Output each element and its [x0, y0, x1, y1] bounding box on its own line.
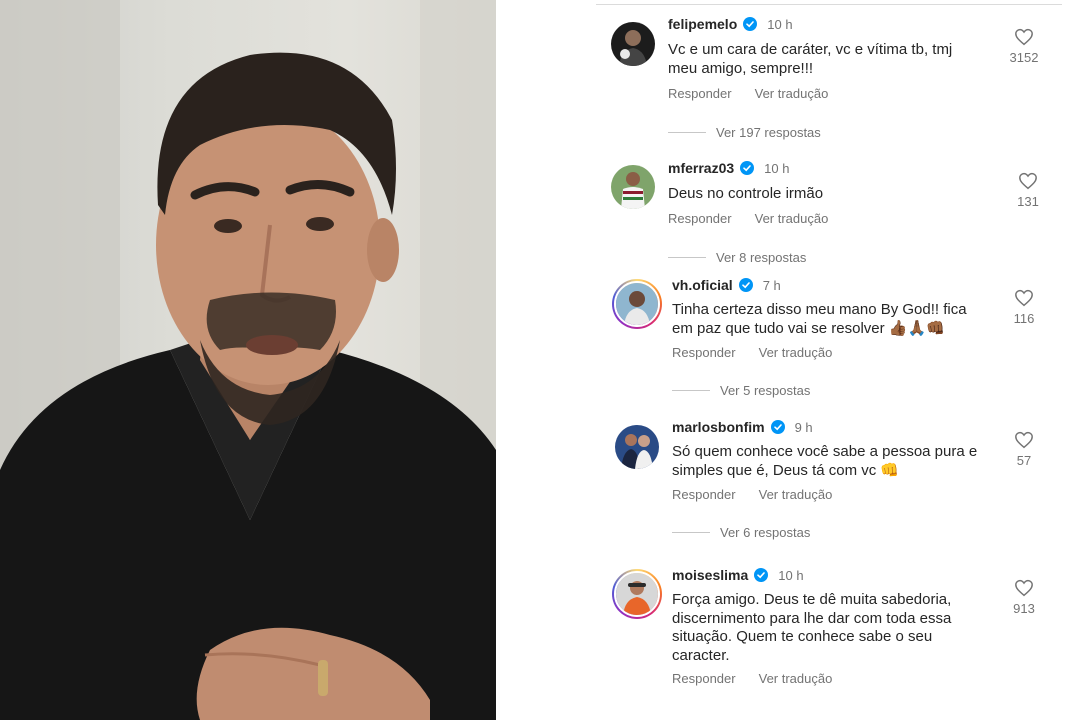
replies-line: [668, 257, 706, 258]
translate-button[interactable]: Ver tradução: [759, 345, 833, 360]
video-frame[interactable]: [0, 0, 496, 720]
avatar-image-icon: [615, 425, 659, 469]
like-count: 131: [1017, 194, 1039, 209]
top-divider: [596, 4, 1062, 5]
avatar-image-icon: [616, 573, 658, 615]
like-count: 57: [1016, 453, 1032, 468]
heart-icon[interactable]: [1014, 28, 1034, 46]
avatar[interactable]: [612, 569, 662, 619]
verified-badge-icon: [740, 161, 755, 175]
verified-badge-icon: [743, 17, 758, 31]
reply-button[interactable]: Responder: [668, 211, 732, 226]
verified-badge-icon: [754, 568, 769, 582]
comment-text: Força amigo. Deus te dê muita sabedoria,…: [672, 591, 952, 664]
like-count: 913: [1013, 601, 1035, 616]
avatar-image: [614, 571, 660, 617]
reply-button[interactable]: Responder: [668, 86, 732, 101]
comment-time: 10 h: [767, 16, 793, 32]
comment-time: 10 h: [778, 567, 804, 583]
view-replies-button[interactable]: Ver 5 respostas: [672, 383, 810, 398]
comment-text: Só quem conhece você sabe a pessoa pura …: [672, 443, 978, 479]
reply-button[interactable]: Responder: [672, 671, 736, 686]
verified-badge-icon: [770, 420, 785, 434]
view-replies-label: Ver 197 respostas: [716, 125, 821, 140]
username[interactable]: mferraz03: [668, 160, 734, 176]
avatar-image-icon: [611, 165, 655, 209]
comment-time: 10 h: [764, 160, 790, 176]
username[interactable]: felipemelo: [668, 16, 737, 32]
replies-line: [672, 390, 710, 391]
comment-text: Tinha certeza disso meu mano By God!! fi…: [672, 301, 967, 337]
avatar[interactable]: [615, 425, 659, 469]
person-speaking-photo: [0, 0, 496, 720]
translate-button[interactable]: Ver tradução: [759, 671, 833, 686]
verified-badge-icon: [738, 278, 753, 292]
comment-time: 9 h: [794, 419, 813, 435]
heart-icon[interactable]: [1014, 431, 1034, 449]
view-replies-button[interactable]: Ver 6 respostas: [672, 525, 810, 540]
reply-button[interactable]: Responder: [672, 487, 736, 502]
view-replies-button[interactable]: Ver 8 respostas: [668, 250, 806, 265]
replies-line: [672, 532, 710, 533]
translate-button[interactable]: Ver tradução: [755, 86, 829, 101]
heart-icon[interactable]: [1014, 289, 1034, 307]
view-replies-button[interactable]: Ver 197 respostas: [668, 125, 821, 140]
view-replies-label: Ver 6 respostas: [720, 525, 811, 540]
comment-text: Vc e um cara de caráter, vc e vítima tb,…: [668, 41, 953, 77]
view-replies-label: Ver 8 respostas: [716, 250, 807, 265]
avatar[interactable]: [612, 279, 662, 329]
like-count: 3152: [1009, 50, 1039, 65]
heart-icon[interactable]: [1014, 579, 1034, 597]
translate-button[interactable]: Ver tradução: [755, 211, 829, 226]
comments-panel[interactable]: felipemelo 10 h Vc e um cara de caráter,…: [500, 0, 1080, 720]
username[interactable]: vh.oficial: [672, 277, 733, 293]
replies-line: [668, 132, 706, 133]
reply-button[interactable]: Responder: [672, 345, 736, 360]
heart-icon[interactable]: [1018, 172, 1038, 190]
avatar[interactable]: [611, 22, 655, 66]
avatar-image-icon: [611, 22, 655, 66]
avatar-image-icon: [616, 283, 658, 325]
username[interactable]: marlosbonfim: [672, 419, 765, 435]
translate-button[interactable]: Ver tradução: [759, 487, 833, 502]
avatar-image: [614, 281, 660, 327]
comment-text: Deus no controle irmão: [668, 185, 824, 202]
username[interactable]: moiseslima: [672, 567, 748, 583]
like-count: 116: [1013, 311, 1035, 326]
view-replies-label: Ver 5 respostas: [720, 383, 811, 398]
avatar[interactable]: [611, 165, 655, 209]
comment-time: 7 h: [762, 277, 781, 293]
